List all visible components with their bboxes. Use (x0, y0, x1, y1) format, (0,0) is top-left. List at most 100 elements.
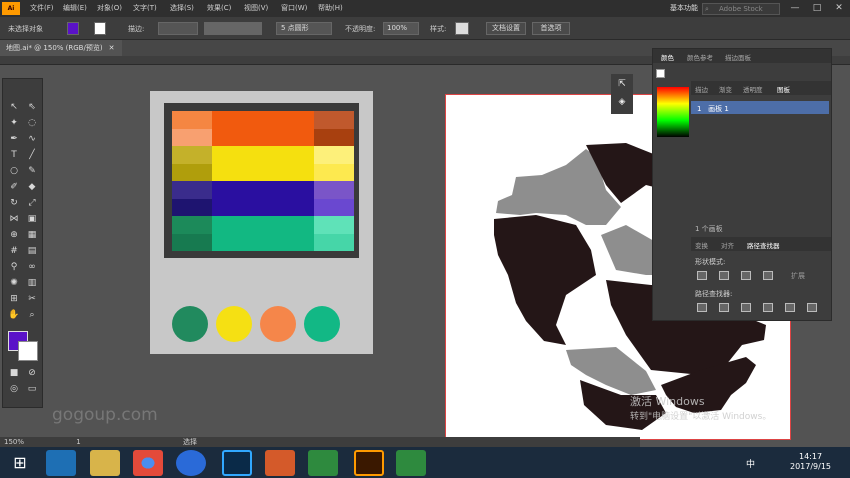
palette-cell[interactable] (212, 111, 314, 129)
palette-cell[interactable] (172, 181, 212, 199)
direct-selection-tool-icon[interactable]: ⇖ (25, 101, 39, 113)
palette-cell[interactable] (172, 198, 212, 216)
tab-gradient[interactable]: 渐变 (719, 84, 732, 94)
zoom-tool-icon[interactable]: ⌕ (25, 309, 39, 321)
tab-color-guide[interactable]: 颜色参考 (687, 52, 713, 62)
draw-mode-icon[interactable]: ◎ (7, 383, 21, 395)
menu-select[interactable]: 选择(S) (170, 3, 194, 13)
graph-tool-icon[interactable]: ▥ (25, 277, 39, 289)
palette-cell[interactable] (212, 181, 314, 199)
palette-cell[interactable] (172, 128, 212, 146)
explorer-icon[interactable] (90, 450, 120, 476)
preferences-button[interactable]: 首选项 (532, 22, 570, 35)
palette-cell[interactable] (314, 233, 354, 251)
selection-tool-icon[interactable]: ↖ (7, 101, 21, 113)
artboard-tool-icon[interactable]: ⊞ (7, 293, 21, 305)
intersect-icon[interactable] (741, 271, 751, 280)
palette-cell[interactable] (314, 163, 354, 181)
palette-cell[interactable] (172, 216, 212, 234)
magic-wand-icon[interactable]: ✦ (7, 117, 21, 129)
opacity-input[interactable]: 100% (383, 22, 419, 35)
rotate-tool-icon[interactable]: ↻ (7, 197, 21, 209)
expand-button[interactable]: 扩展 (791, 271, 805, 281)
trim-icon[interactable] (719, 303, 729, 312)
shape-builder-icon[interactable]: ⊕ (7, 229, 21, 241)
minus-front-icon[interactable] (719, 271, 729, 280)
none-mode-icon[interactable]: ⊘ (25, 367, 39, 379)
stroke-color-swatch[interactable] (18, 341, 38, 361)
brush-select[interactable]: 5 点圆形 (276, 22, 332, 35)
palette-cell[interactable] (172, 233, 212, 251)
illustrator-icon[interactable] (354, 450, 384, 476)
palette-cell[interactable] (172, 111, 212, 129)
hand-tool-icon[interactable]: ✋ (7, 309, 21, 321)
gradient-tool-icon[interactable]: ▤ (25, 245, 39, 257)
tab-transform[interactable]: 变换 (695, 240, 708, 250)
fill-indicator[interactable] (656, 69, 665, 78)
curvature-icon[interactable]: ∿ (25, 133, 39, 145)
color-spectrum[interactable] (657, 87, 689, 137)
tab-color[interactable]: 颜色 (661, 52, 674, 62)
palette-cell[interactable] (172, 146, 212, 164)
menu-edit[interactable]: 编辑(E) (63, 3, 87, 13)
stock-search-input[interactable]: ⌕ Adobe Stock (702, 3, 780, 15)
eyedropper-icon[interactable]: ⚲ (7, 261, 21, 273)
palette-cell[interactable] (212, 146, 314, 164)
divide-icon[interactable] (697, 303, 707, 312)
menu-window[interactable]: 窗口(W) (281, 3, 307, 13)
menu-view[interactable]: 视图(V) (244, 3, 268, 13)
close-button[interactable]: ✕ (828, 0, 850, 16)
stroke-swatch[interactable] (94, 22, 106, 35)
ie-icon[interactable] (46, 450, 76, 476)
slice-tool-icon[interactable]: ✂ (25, 293, 39, 305)
artboard-row[interactable]: 1 画板 1 (691, 101, 829, 114)
fill-swatch[interactable] (67, 22, 79, 35)
tab-artboards[interactable]: 图板 (777, 84, 790, 94)
menu-help[interactable]: 帮助(H) (318, 3, 343, 13)
unite-icon[interactable] (697, 271, 707, 280)
tab-close-icon[interactable]: ✕ (109, 44, 115, 52)
start-button-icon[interactable]: ⊞ (5, 450, 35, 476)
chrome-icon[interactable] (133, 450, 163, 476)
sogou-icon[interactable] (176, 450, 206, 476)
blend-tool-icon[interactable]: ∞ (25, 261, 39, 273)
camtasia-recorder-icon[interactable] (396, 450, 426, 476)
color-circle[interactable] (216, 306, 252, 342)
tab-align[interactable]: 对齐 (721, 240, 734, 250)
menu-object[interactable]: 对象(O) (97, 3, 122, 13)
stroke-weight-field[interactable] (158, 22, 198, 35)
width-tool-icon[interactable]: ⋈ (7, 213, 21, 225)
photoshop-icon[interactable] (222, 450, 252, 476)
palette-cell[interactable] (314, 146, 354, 164)
workspace-switcher[interactable]: 基本功能 (670, 3, 698, 13)
tab-pathfinder[interactable]: 路径查找器 (747, 240, 780, 250)
symbol-sprayer-icon[interactable]: ✺ (7, 277, 21, 289)
menu-file[interactable]: 文件(F) (30, 3, 54, 13)
document-tab[interactable]: 地图.ai* @ 150% (RGB/预览) ✕ (0, 40, 122, 56)
ime-indicator[interactable]: 中 (746, 457, 755, 470)
crop-icon[interactable] (763, 303, 773, 312)
palette-cell[interactable] (212, 216, 314, 234)
style-swatch[interactable] (455, 22, 469, 35)
menu-effect[interactable]: 效果(C) (207, 3, 231, 13)
brush-tool-icon[interactable]: ✐ (7, 181, 21, 193)
free-transform-icon[interactable]: ▣ (25, 213, 39, 225)
layers-icon[interactable]: ◈ (615, 96, 629, 108)
palette-cell[interactable] (314, 198, 354, 216)
palette-cell[interactable] (212, 198, 314, 216)
palette-cell[interactable] (314, 216, 354, 234)
merge-icon[interactable] (741, 303, 751, 312)
minimize-button[interactable]: — (784, 0, 806, 16)
palette-cell[interactable] (314, 111, 354, 129)
artboard-nav[interactable]: 1 (76, 438, 80, 446)
tab-stroke-panel[interactable]: 描边面板 (725, 52, 751, 62)
pen-tool-icon[interactable]: ✒ (7, 133, 21, 145)
powerpoint-icon[interactable] (265, 450, 295, 476)
line-tool-icon[interactable]: ╱ (25, 149, 39, 161)
variable-width-field[interactable] (204, 22, 262, 35)
palette-cell[interactable] (212, 128, 314, 146)
ellipse-tool-icon[interactable]: ○ (7, 165, 21, 177)
exclude-icon[interactable] (763, 271, 773, 280)
perspective-grid-icon[interactable]: ▦ (25, 229, 39, 241)
maximize-button[interactable]: □ (806, 0, 828, 16)
